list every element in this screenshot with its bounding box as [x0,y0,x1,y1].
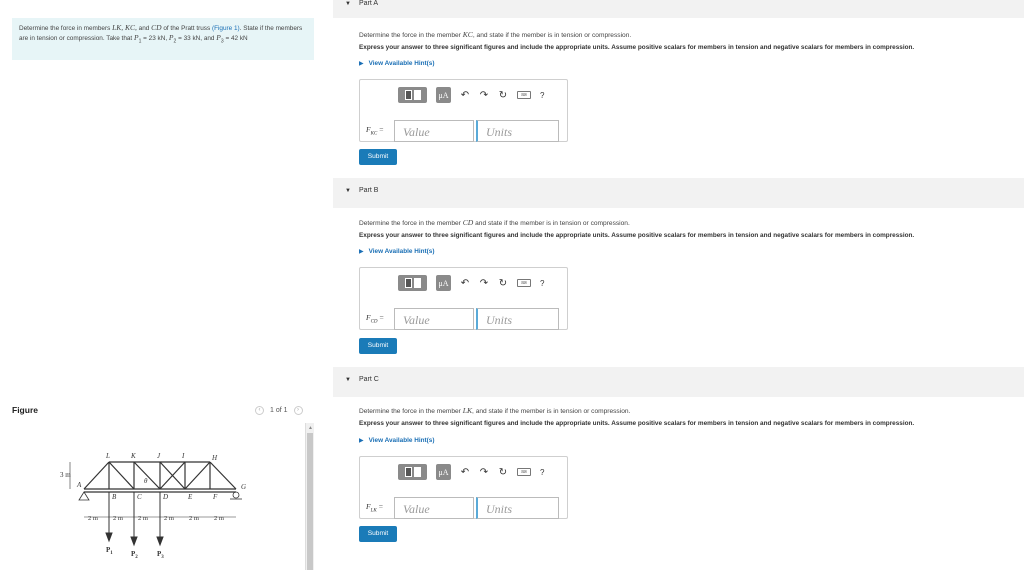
math-toolbar: μA ↶ ↷ ↻ ⌨ ? [398,87,544,103]
part-a-answer-box: μA ↶ ↷ ↻ ⌨ ? FKC = Value Units [359,79,568,142]
part-a-field-label: FKC = [366,125,384,137]
caret-right-icon: ▶ [359,249,364,255]
figure-link[interactable]: (Figure 1) [212,25,240,32]
part-b-header[interactable]: ▼ Part B [345,187,378,194]
part-a-instructions: Express your answer to three significant… [359,44,915,51]
template-button[interactable] [398,275,427,291]
help-button[interactable]: ? [540,91,544,100]
load-P3: P3 [157,550,164,560]
keyboard-icon[interactable]: ⌨ [517,279,531,287]
label-F: F [212,493,218,501]
span-1: 2 m [88,515,98,522]
span-5: 2 m [189,515,199,522]
span-3: 2 m [138,515,148,522]
part-c-submit-button[interactable]: Submit [359,526,397,542]
load-P2: P2 [131,550,138,560]
scroll-up-icon[interactable]: ▲ [308,425,313,431]
redo-icon[interactable]: ↷ [479,467,489,478]
reset-icon[interactable]: ↻ [498,90,508,101]
label-E: E [187,493,193,501]
part-b-answer-box: μA ↶ ↷ ↻ ⌨ ? FCD = Value Units [359,267,568,330]
label-H: H [211,454,218,462]
caret-down-icon: ▼ [345,0,351,7]
span-2: 2 m [113,515,123,522]
units-button[interactable]: μA [436,275,451,291]
span-6: 2 m [214,515,224,522]
undo-icon[interactable]: ↶ [460,278,470,289]
caret-down-icon: ▼ [345,376,351,383]
figure-pager: ‹ 1 of 1 › [255,406,303,415]
figure-scrollbar[interactable]: ▲ [305,423,314,570]
part-a-question: Determine the force in the member KC, an… [359,30,632,39]
redo-icon[interactable]: ↷ [479,278,489,289]
part-a-units-input[interactable]: Units [476,120,559,142]
caret-right-icon: ▶ [359,61,364,67]
math-toolbar: μA ↶ ↷ ↻ ⌨ ? [398,275,544,291]
part-c-header-bar [333,367,1024,397]
part-b-submit-button[interactable]: Submit [359,338,397,354]
part-c-value-input[interactable]: Value [394,497,474,519]
part-c-hint-toggle[interactable]: ▶ View Available Hint(s) [359,437,434,444]
label-D: D [162,493,168,501]
label-theta: θ [144,477,148,485]
part-b-value-input[interactable]: Value [394,308,474,330]
part-c-answer-box: μA ↶ ↷ ↻ ⌨ ? FLK = Value Units [359,456,568,519]
height-dimension: 3 m [60,471,71,479]
template-button[interactable] [398,464,427,480]
problem-statement: Determine the force in members LK, KC, a… [12,18,314,60]
label-G: G [241,483,246,491]
label-A: A [76,481,82,489]
part-a-hint-toggle[interactable]: ▶ View Available Hint(s) [359,60,434,67]
units-button[interactable]: μA [436,87,451,103]
part-b-field-label: FCD = [366,313,384,325]
caret-right-icon: ▶ [359,438,364,444]
redo-icon[interactable]: ↷ [479,90,489,101]
figure-title: Figure [12,405,38,415]
part-a-header[interactable]: ▼ Part A [345,0,378,7]
scrollbar-thumb[interactable] [307,433,313,570]
load-P1: P1 [106,546,113,556]
reset-icon[interactable]: ↻ [498,467,508,478]
math-toolbar: μA ↶ ↷ ↻ ⌨ ? [398,464,544,480]
chevron-right-icon[interactable]: › [293,406,303,415]
truss-figure: L K J I H A B C D E F G θ 3 m 2 m 2 m 2 … [60,452,246,560]
undo-icon[interactable]: ↶ [460,467,470,478]
part-a-field-row: FKC = Value Units [366,120,559,142]
template-button[interactable] [398,87,427,103]
part-a-header-bar [333,0,1024,18]
span-4: 2 m [164,515,174,522]
caret-down-icon: ▼ [345,187,351,194]
part-b-question: Determine the force in the member CD and… [359,218,630,227]
chevron-left-icon[interactable]: ‹ [255,406,264,415]
part-b-hint-toggle[interactable]: ▶ View Available Hint(s) [359,248,434,255]
label-J: J [157,452,161,460]
label-K: K [130,452,136,460]
help-button[interactable]: ? [540,468,544,477]
part-c-field-label: FLK = [366,502,383,514]
part-b-instructions: Express your answer to three significant… [359,232,915,239]
reset-icon[interactable]: ↻ [498,278,508,289]
label-B: B [112,493,117,501]
part-b-units-input[interactable]: Units [476,308,559,330]
undo-icon[interactable]: ↶ [460,90,470,101]
label-C: C [137,493,142,501]
part-c-instructions: Express your answer to three significant… [359,420,915,427]
part-c-header[interactable]: ▼ Part C [345,376,379,383]
part-c-units-input[interactable]: Units [476,497,559,519]
part-c-question: Determine the force in the member LK, an… [359,406,631,415]
part-a-submit-button[interactable]: Submit [359,149,397,165]
part-a-value-input[interactable]: Value [394,120,474,142]
keyboard-icon[interactable]: ⌨ [517,468,531,476]
units-button[interactable]: μA [436,464,451,480]
label-L: L [105,452,110,460]
help-button[interactable]: ? [540,279,544,288]
part-c-field-row: FLK = Value Units [366,497,559,519]
part-b-field-row: FCD = Value Units [366,308,559,330]
keyboard-icon[interactable]: ⌨ [517,91,531,99]
part-b-header-bar [333,178,1024,208]
label-I: I [181,452,185,460]
